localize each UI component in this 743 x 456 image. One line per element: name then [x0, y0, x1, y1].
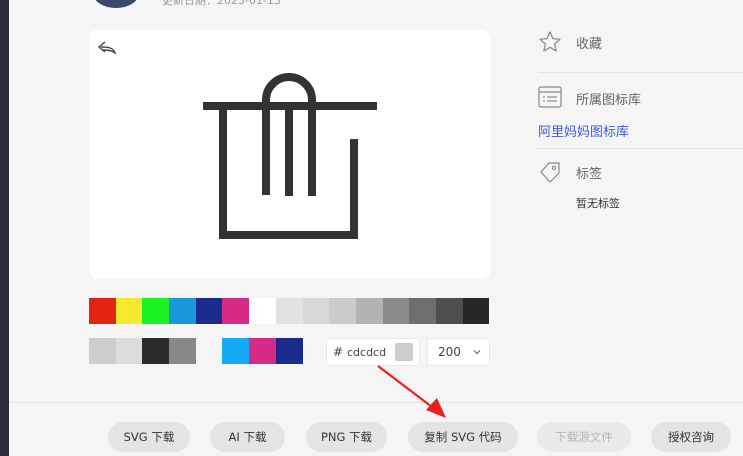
avatar	[93, 0, 139, 8]
color-swatch[interactable]	[249, 338, 276, 364]
color-swatch[interactable]	[89, 298, 116, 324]
hex-color-field[interactable]: #	[326, 338, 420, 366]
color-swatch[interactable]	[222, 338, 250, 364]
divider	[538, 148, 743, 149]
license-inquiry-button[interactable]: 授权咨询	[651, 422, 731, 452]
trash-bin-icon	[203, 73, 377, 239]
icon-preview-card	[89, 30, 490, 279]
ai-download-button[interactable]: AI 下载	[210, 422, 285, 452]
left-edge-bar	[0, 0, 9, 456]
color-swatch[interactable]	[382, 298, 410, 324]
color-palette-primary	[89, 298, 490, 324]
update-date: 更新日期：2023-01-13	[162, 0, 281, 7]
icon-info-sidebar: 收藏 所属图标库 阿里妈妈图标库 标签 暂无标签	[538, 0, 743, 300]
color-swatch[interactable]	[115, 338, 143, 364]
list-icon	[538, 86, 562, 108]
collect-label[interactable]: 收藏	[576, 33, 602, 52]
svg-download-button[interactable]: SVG 下载	[108, 422, 190, 452]
png-download-button[interactable]: PNG 下载	[306, 422, 387, 452]
copy-svg-code-button[interactable]: 复制 SVG 代码	[408, 422, 518, 452]
download-source-button[interactable]: 下载源文件	[537, 422, 631, 452]
color-swatch[interactable]	[409, 298, 436, 324]
color-swatch[interactable]	[169, 298, 196, 324]
chevron-down-icon	[473, 350, 481, 355]
undo-icon[interactable]	[97, 40, 117, 56]
color-swatch[interactable]	[142, 338, 170, 364]
library-label: 所属图标库	[576, 93, 642, 108]
color-swatch[interactable]	[302, 298, 330, 324]
color-palette-recent	[89, 338, 303, 364]
divider	[538, 72, 743, 73]
tags-label: 标签	[576, 167, 603, 182]
library-link[interactable]: 阿里妈妈图标库	[538, 121, 629, 140]
color-swatch[interactable]	[462, 298, 490, 324]
hash-label: #	[333, 345, 344, 359]
color-swatch[interactable]	[355, 298, 383, 324]
color-swatch[interactable]	[249, 298, 276, 324]
star-icon[interactable]	[538, 30, 562, 54]
current-color-swatch[interactable]	[395, 343, 413, 361]
color-swatch[interactable]	[169, 338, 196, 364]
color-swatch[interactable]	[329, 298, 356, 324]
color-swatch[interactable]	[435, 298, 463, 324]
color-swatch[interactable]	[275, 338, 303, 364]
size-select[interactable]: 200	[427, 338, 490, 366]
color-swatch[interactable]	[222, 298, 250, 324]
no-tags-text: 暂无标签	[576, 197, 620, 210]
color-swatch[interactable]	[195, 298, 223, 324]
tag-icon	[540, 162, 560, 183]
color-swatch[interactable]	[275, 298, 303, 324]
color-swatch[interactable]	[195, 338, 223, 364]
color-swatch[interactable]	[142, 298, 170, 324]
color-swatch[interactable]	[89, 338, 116, 364]
size-value: 200	[438, 345, 461, 359]
hex-color-input[interactable]	[347, 346, 391, 359]
divider	[9, 402, 743, 403]
color-swatch[interactable]	[115, 298, 143, 324]
